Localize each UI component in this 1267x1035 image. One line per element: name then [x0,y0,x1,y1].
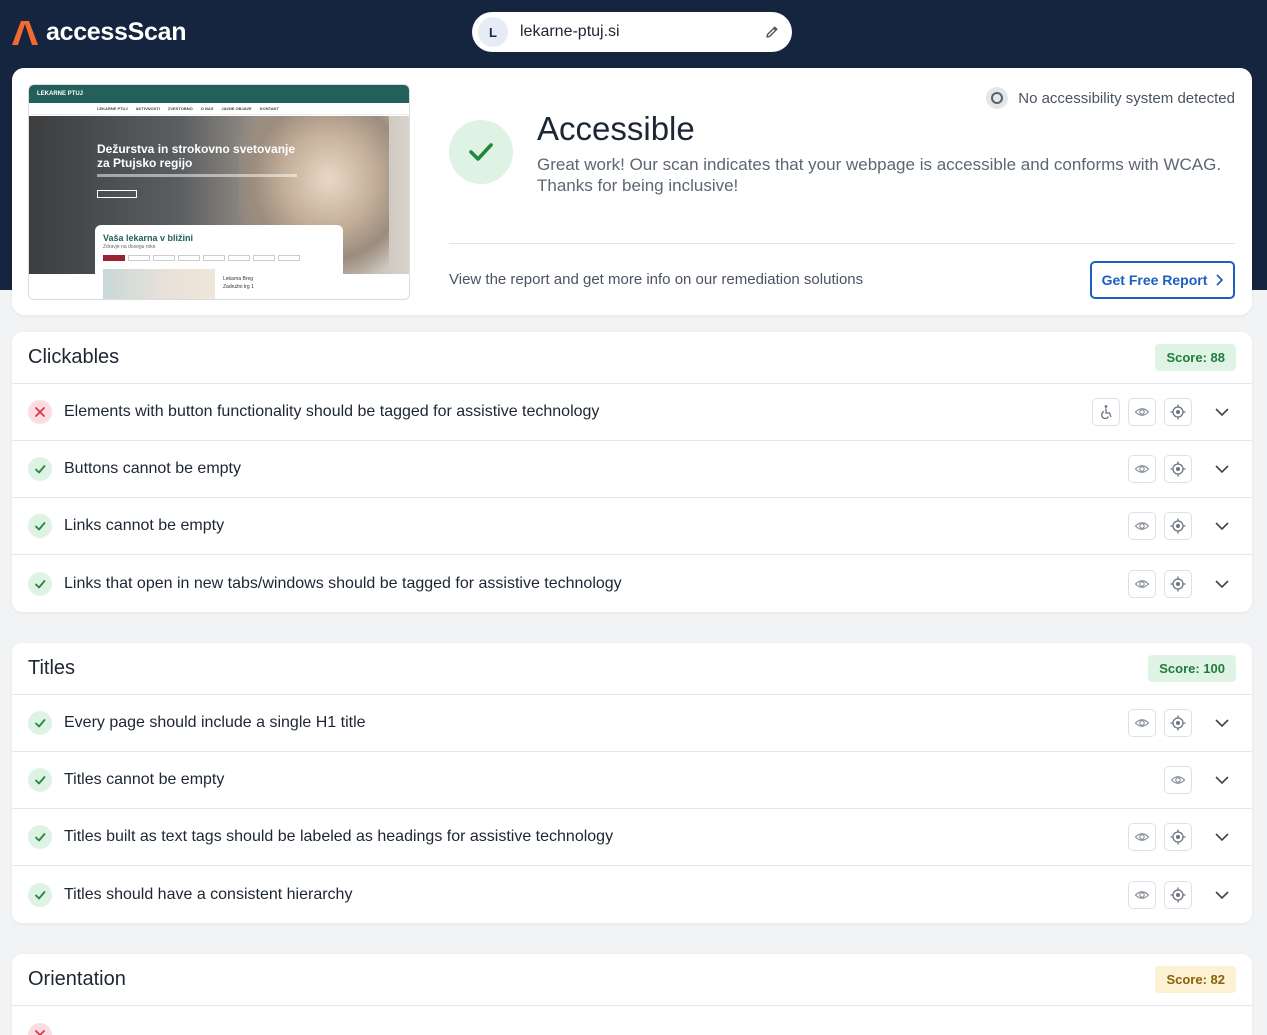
rule-label: Buttons cannot be empty [64,460,241,477]
thumbnail-nav: LEKARNE PTUJ AKTIVNOSTI ZVESTOBNO O NAS … [29,103,409,115]
edit-pencil-icon[interactable] [764,24,780,40]
status-description: Great work! Our scan indicates that your… [537,155,1222,195]
target-icon[interactable] [1164,823,1192,851]
eye-icon[interactable] [1164,766,1192,794]
eye-icon[interactable] [1128,823,1156,851]
chevron-right-icon [1216,274,1224,286]
section-orientation: Orientation Score: 82 [12,954,1252,1035]
chevron-down-icon[interactable] [1208,823,1236,851]
pass-check-icon [28,882,52,907]
rule-row[interactable] [12,1006,1252,1035]
rule-label: Links that open in new tabs/windows shou… [64,574,622,592]
rule-label: Titles cannot be empty [64,771,225,788]
score-badge: Score: 82 [1155,966,1236,993]
score-badge: Score: 100 [1148,655,1236,682]
eye-icon[interactable] [1128,398,1156,426]
rule-row[interactable]: Elements with button functionality shoul… [12,384,1252,441]
target-icon[interactable] [1164,709,1192,737]
fail-x-icon [28,400,52,424]
rule-label: Titles built as text tags should be labe… [64,828,614,845]
section-clickables: Clickables Score: 88 Elements with butto… [12,332,1252,612]
target-icon[interactable] [1164,398,1192,426]
thumbnail-hero-title: Dežurstva in strokovno svetovanje za Ptu… [97,142,296,170]
eye-icon[interactable] [1128,880,1156,909]
rule-row[interactable]: Links cannot be empty [12,498,1252,555]
thumbnail-pharmacy-box: Vaša lekarna v bližini Zdravje na dosegu… [95,225,343,299]
pass-check-icon [28,571,52,596]
fail-x-icon [28,1022,52,1035]
rule-row[interactable]: Titles cannot be empty [12,752,1252,809]
rule-label: Every page should include a single H1 ti… [64,714,366,731]
chevron-down-icon[interactable] [1208,766,1236,794]
rule-row[interactable]: Titles built as text tags should be labe… [12,809,1252,866]
eye-icon[interactable] [1128,709,1156,737]
rule-row[interactable]: Titles should have a consistent hierarch… [12,866,1252,923]
pass-check-icon [28,825,52,849]
pass-check-icon [28,514,52,538]
chevron-down-icon[interactable] [1208,570,1236,598]
score-badge: Score: 88 [1155,344,1236,371]
rule-row[interactable]: Every page should include a single H1 ti… [12,695,1252,752]
thumbnail-logo: LEKARNE PTUJ [37,91,84,97]
app-name: accessScan [46,18,187,46]
scan-summary-card: LEKARNE PTUJ LEKARNE PTUJ AKTIVNOSTI ZVE… [12,68,1252,315]
accessscan-logo-icon [12,20,38,45]
pass-check-icon [28,768,52,792]
site-thumbnail: LEKARNE PTUJ LEKARNE PTUJ AKTIVNOSTI ZVE… [28,84,410,300]
section-title: Titles [28,657,76,679]
target-icon[interactable] [1164,569,1192,598]
chevron-down-icon[interactable] [1208,512,1236,540]
pass-check-icon [28,457,52,481]
rule-label: Links cannot be empty [64,517,225,534]
chevron-down-icon[interactable] [1208,881,1236,909]
scanned-domain: lekarne-ptuj.si [520,23,620,40]
chevron-down-icon[interactable] [1208,455,1236,483]
status-title: Accessible [537,110,695,147]
report-info-text: View the report and get more info on our… [449,271,864,288]
target-icon[interactable] [1164,455,1192,483]
rule-row[interactable]: Links that open in new tabs/windows shou… [12,555,1252,612]
wheelchair-icon[interactable] [1092,398,1120,426]
chevron-down-icon[interactable] [1208,398,1236,426]
eye-icon[interactable] [1128,569,1156,598]
target-icon[interactable] [1164,512,1192,540]
pass-check-icon [28,711,52,735]
rule-label: Elements with button functionality shoul… [64,403,600,420]
section-titles: Titles Score: 100 Every page should incl… [12,643,1252,923]
section-title: Clickables [28,346,120,368]
accessibility-system-status: No accessibility system detected [986,87,1235,109]
get-free-report-button[interactable]: Get Free Report [1090,261,1235,299]
chevron-down-icon[interactable] [1208,709,1236,737]
accessible-check-icon [449,120,513,184]
section-title: Orientation [28,968,126,990]
eye-icon[interactable] [1128,512,1156,540]
divider [449,243,1235,244]
site-avatar: L [478,17,508,47]
circle-status-icon [986,87,1009,109]
eye-icon[interactable] [1128,455,1156,483]
rule-row[interactable]: Buttons cannot be empty [12,441,1252,498]
rule-label: Titles should have a consistent hierarch… [64,885,353,903]
url-bar[interactable]: L lekarne-ptuj.si [472,12,792,52]
app-logo[interactable]: accessScan [12,18,186,47]
target-icon[interactable] [1164,880,1192,909]
app-header: accessScan L lekarne-ptuj.si [0,0,1267,68]
